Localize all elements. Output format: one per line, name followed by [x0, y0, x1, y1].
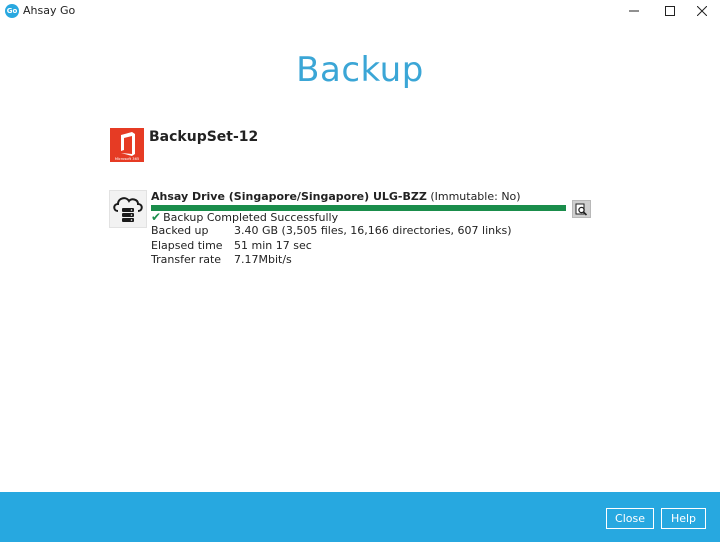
app-logo-icon: Go: [5, 4, 19, 18]
info-value: 51 min 17 sec: [234, 239, 312, 252]
page-title: Backup: [296, 50, 424, 90]
immutable-status: (Immutable: No): [430, 190, 521, 203]
info-label: Transfer rate: [151, 253, 222, 266]
check-icon: ✔: [151, 210, 162, 224]
destination-name: Ahsay Drive (Singapore/Singapore) ULG-BZ…: [151, 190, 427, 203]
microsoft-365-icon: Microsoft 365: [110, 128, 144, 162]
info-value: 7.17Mbit/s: [234, 253, 292, 266]
info-value: 3.40 GB (3,505 files, 16,166 directories…: [234, 224, 512, 237]
destination-title: Ahsay Drive (Singapore/Singapore) ULG-BZ…: [151, 190, 521, 203]
window-title: Ahsay Go: [23, 4, 76, 17]
help-button[interactable]: Help: [661, 508, 706, 529]
minimize-button[interactable]: [616, 0, 652, 22]
footer-bar: Close Help: [0, 492, 720, 542]
info-label: Elapsed time: [151, 239, 223, 252]
cloud-server-icon: [109, 190, 147, 228]
status-text: Backup Completed Successfully: [163, 210, 339, 224]
maximize-icon: [665, 6, 675, 16]
view-log-button[interactable]: [572, 200, 591, 218]
maximize-button[interactable]: [652, 0, 688, 22]
backupset-name: BackupSet-12: [149, 129, 259, 145]
minimize-icon: [629, 10, 639, 12]
magnifier-document-icon: [575, 203, 588, 216]
info-label: Backed up: [151, 224, 209, 237]
microsoft-365-caption: Microsoft 365: [115, 157, 139, 161]
backup-status: ✔ Backup Completed Successfully: [151, 210, 338, 224]
title-bar: Go Ahsay Go: [0, 0, 720, 22]
close-button[interactable]: Close: [606, 508, 654, 529]
close-window-button[interactable]: [684, 0, 720, 22]
close-icon: [697, 6, 707, 16]
